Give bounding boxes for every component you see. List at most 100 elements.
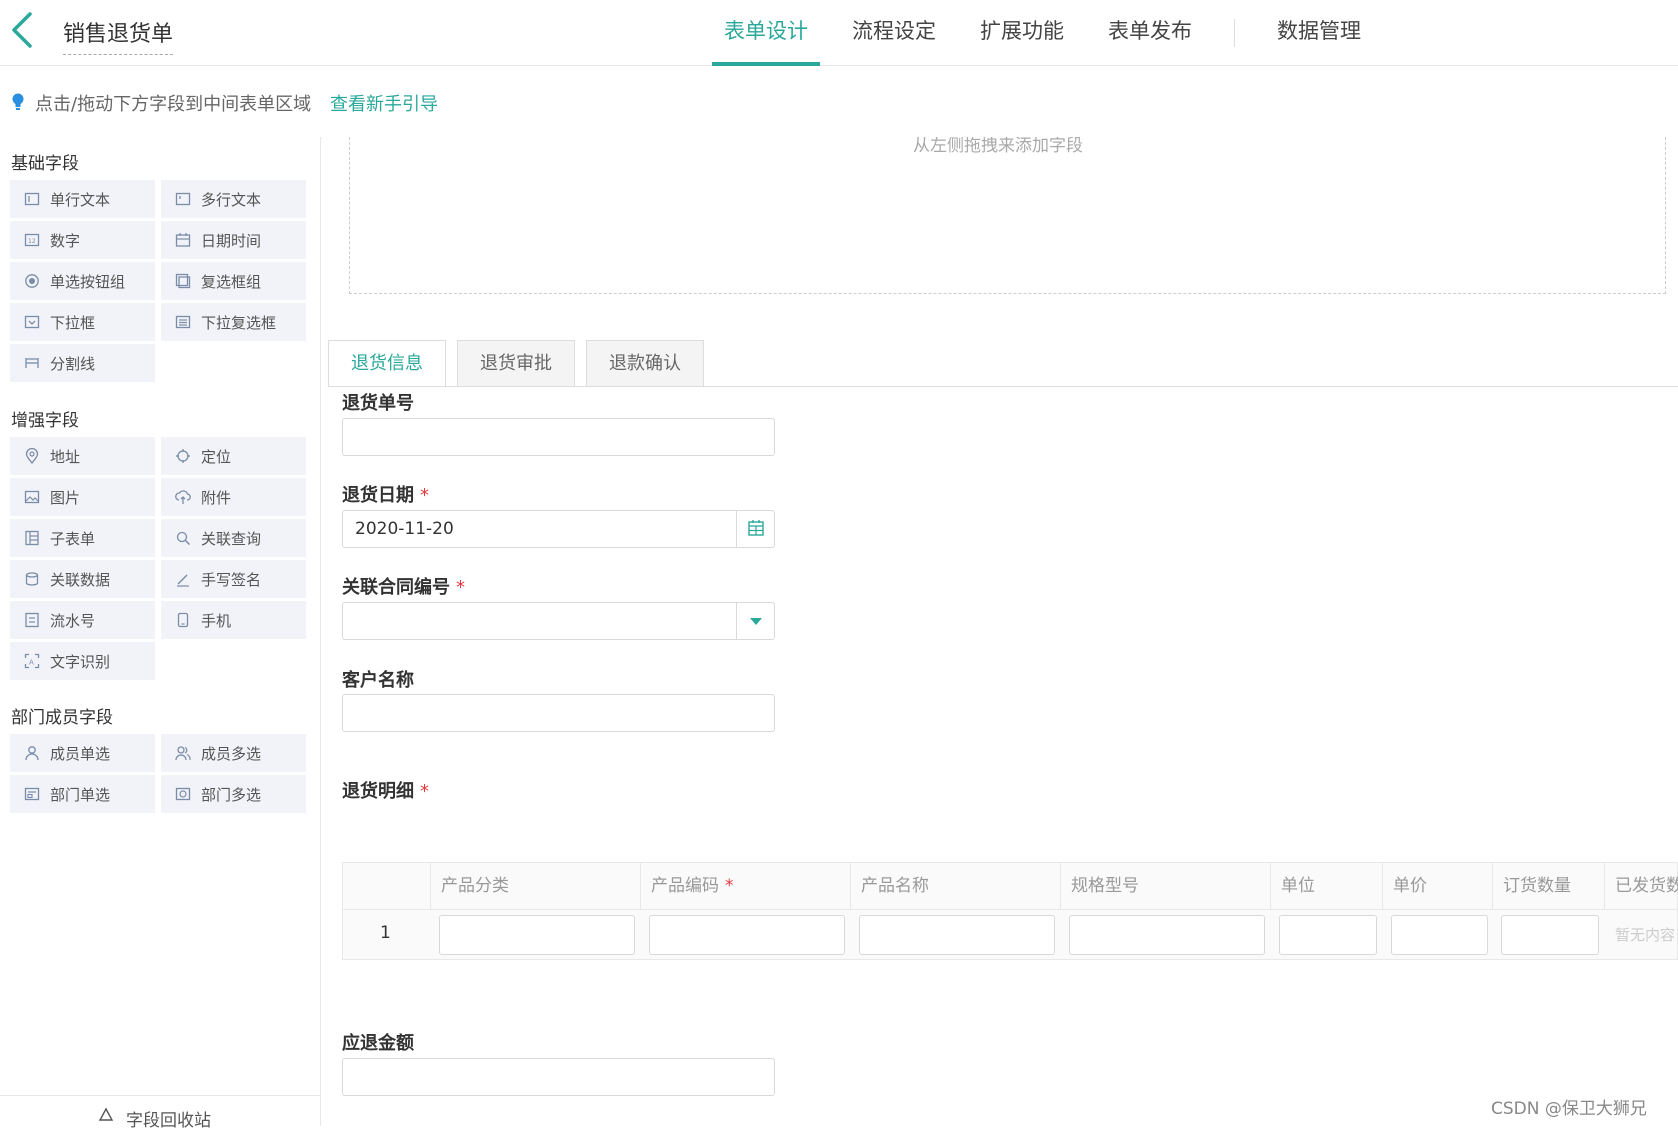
- return-no-label-text: 退货单号: [342, 393, 414, 414]
- number-icon: 12: [24, 233, 40, 247]
- field-dropdown-multi[interactable]: 下拉复选框: [161, 303, 306, 341]
- cell-product-name[interactable]: [859, 915, 1055, 955]
- datetime-icon: [175, 233, 191, 247]
- phone-icon: [177, 612, 189, 628]
- tab-workflow[interactable]: 流程设定: [840, 0, 948, 66]
- image-icon: [24, 490, 40, 504]
- row-number: 1: [380, 923, 391, 943]
- table-header: 单位: [1271, 863, 1383, 909]
- dropdown-button[interactable]: [736, 603, 774, 639]
- calendar-button[interactable]: [736, 511, 774, 547]
- group-title-enhanced: 增强字段: [11, 411, 79, 431]
- field-linked-query[interactable]: 关联查询: [161, 519, 306, 557]
- required-mark: *: [456, 577, 465, 598]
- form-title[interactable]: 销售退货单: [63, 16, 174, 55]
- divider-icon: [25, 358, 39, 368]
- field-label: 关联查询: [201, 529, 262, 548]
- field-label: 部门单选: [50, 785, 111, 804]
- field-label: 成员多选: [201, 744, 262, 763]
- return-no-input[interactable]: [342, 418, 775, 456]
- tab-data-management[interactable]: 数据管理: [1265, 0, 1373, 66]
- return-detail-label-text: 退货明细: [342, 781, 414, 802]
- cell-spec-model[interactable]: [1069, 915, 1265, 955]
- linked-query-icon: [176, 531, 190, 545]
- caret-down-icon: [750, 618, 762, 625]
- recycle-icon: [98, 1107, 114, 1121]
- cell-product-code[interactable]: [649, 915, 845, 955]
- linked-data-icon: [25, 572, 39, 586]
- field-label: 分割线: [50, 354, 96, 373]
- field-palette: 基础字段 单行文本 多行文本 12 数字 日期时间 单选按钮组 复选框组 下拉框…: [0, 137, 321, 1131]
- required-mark: *: [420, 781, 429, 802]
- drop-zone-text: 从左侧拖拽来添加字段: [913, 137, 1083, 156]
- field-single-line-text[interactable]: 单行文本: [10, 180, 155, 218]
- cell-unit[interactable]: [1279, 915, 1377, 955]
- field-radio-group[interactable]: 单选按钮组: [10, 262, 155, 300]
- field-attachment[interactable]: 附件: [161, 478, 306, 516]
- field-label: 部门多选: [201, 785, 262, 804]
- field-location[interactable]: 定位: [161, 437, 306, 475]
- field-serial-number[interactable]: 流水号: [10, 601, 155, 639]
- back-arrow-icon[interactable]: [10, 10, 36, 50]
- subform-icon: [25, 530, 39, 546]
- field-recycle-bin[interactable]: 字段回收站: [0, 1095, 321, 1131]
- form-canvas: 从左侧拖拽来添加字段 退货信息 退货审批 退款确认 退货单号 退货日期 * 202…: [322, 137, 1678, 1126]
- field-linked-data[interactable]: 关联数据: [10, 560, 155, 598]
- field-address[interactable]: 地址: [10, 437, 155, 475]
- form-tab-refund-confirm[interactable]: 退款确认: [586, 340, 704, 387]
- return-date-label-text: 退货日期: [342, 485, 414, 506]
- cell-unit-price[interactable]: [1391, 915, 1488, 955]
- table-header-index: [343, 863, 431, 909]
- group-title-basic: 基础字段: [11, 154, 79, 174]
- drop-zone[interactable]: 从左侧拖拽来添加字段: [349, 137, 1666, 294]
- tab-divider: [1234, 19, 1235, 47]
- form-tabs: 退货信息 退货审批 退款确认: [328, 340, 715, 387]
- cell-order-qty[interactable]: [1501, 915, 1599, 955]
- guide-link[interactable]: 查看新手引导: [330, 90, 438, 116]
- form-tab-return-info[interactable]: 退货信息: [328, 340, 446, 387]
- watermark: CSDN @保卫大狮兄: [1491, 1099, 1647, 1119]
- field-signature[interactable]: 手写签名: [161, 560, 306, 598]
- field-member-multi[interactable]: 成员多选: [161, 734, 306, 772]
- field-dropdown[interactable]: 下拉框: [10, 303, 155, 341]
- main-tabs: 表单设计 流程设定 扩展功能 表单发布 数据管理: [712, 0, 1393, 66]
- field-multi-line-text[interactable]: 多行文本: [161, 180, 306, 218]
- form-tab-return-approval[interactable]: 退货审批: [457, 340, 575, 387]
- address-icon: [25, 448, 39, 464]
- field-label: 成员单选: [50, 744, 111, 763]
- table-header: 已发货数: [1615, 876, 1678, 896]
- field-dept-single[interactable]: 部门单选: [10, 775, 155, 813]
- customer-label-text: 客户名称: [342, 670, 414, 691]
- field-number[interactable]: 12 数字: [10, 221, 155, 259]
- field-subform[interactable]: 子表单: [10, 519, 155, 557]
- field-label: 下拉框: [50, 313, 96, 332]
- refund-amount-input[interactable]: [342, 1058, 775, 1096]
- table-header-text: 产品编码: [651, 876, 719, 896]
- field-checkbox-group[interactable]: 复选框组: [161, 262, 306, 300]
- field-datetime[interactable]: 日期时间: [161, 221, 306, 259]
- return-date-input[interactable]: 2020-11-20: [342, 510, 775, 548]
- field-image[interactable]: 图片: [10, 478, 155, 516]
- tab-extensions[interactable]: 扩展功能: [968, 0, 1076, 66]
- field-divider[interactable]: 分割线: [10, 344, 155, 382]
- multi-line-text-icon: [175, 192, 191, 206]
- group-title-dept-member: 部门成员字段: [11, 708, 113, 728]
- field-ocr[interactable]: A 文字识别: [10, 642, 155, 680]
- tab-publish[interactable]: 表单发布: [1096, 0, 1204, 66]
- field-phone[interactable]: 手机: [161, 601, 306, 639]
- cell-product-category[interactable]: [439, 915, 635, 955]
- field-member-single[interactable]: 成员单选: [10, 734, 155, 772]
- table-header: 订货数量: [1493, 863, 1605, 909]
- tab-form-design[interactable]: 表单设计: [712, 0, 820, 66]
- customer-input[interactable]: [342, 694, 775, 732]
- recycle-label: 字段回收站: [126, 1111, 211, 1131]
- lightbulb-icon: [12, 93, 24, 110]
- member-single-icon: [25, 746, 39, 761]
- form-tabs-divider: [328, 386, 1678, 387]
- field-dept-multi[interactable]: 部门多选: [161, 775, 306, 813]
- field-label: 图片: [50, 488, 81, 507]
- top-header: 销售退货单 表单设计 流程设定 扩展功能 表单发布 数据管理: [0, 0, 1678, 66]
- contract-no-label-text: 关联合同编号: [342, 577, 450, 598]
- contract-no-select[interactable]: [342, 602, 775, 640]
- radio-icon: [25, 274, 39, 288]
